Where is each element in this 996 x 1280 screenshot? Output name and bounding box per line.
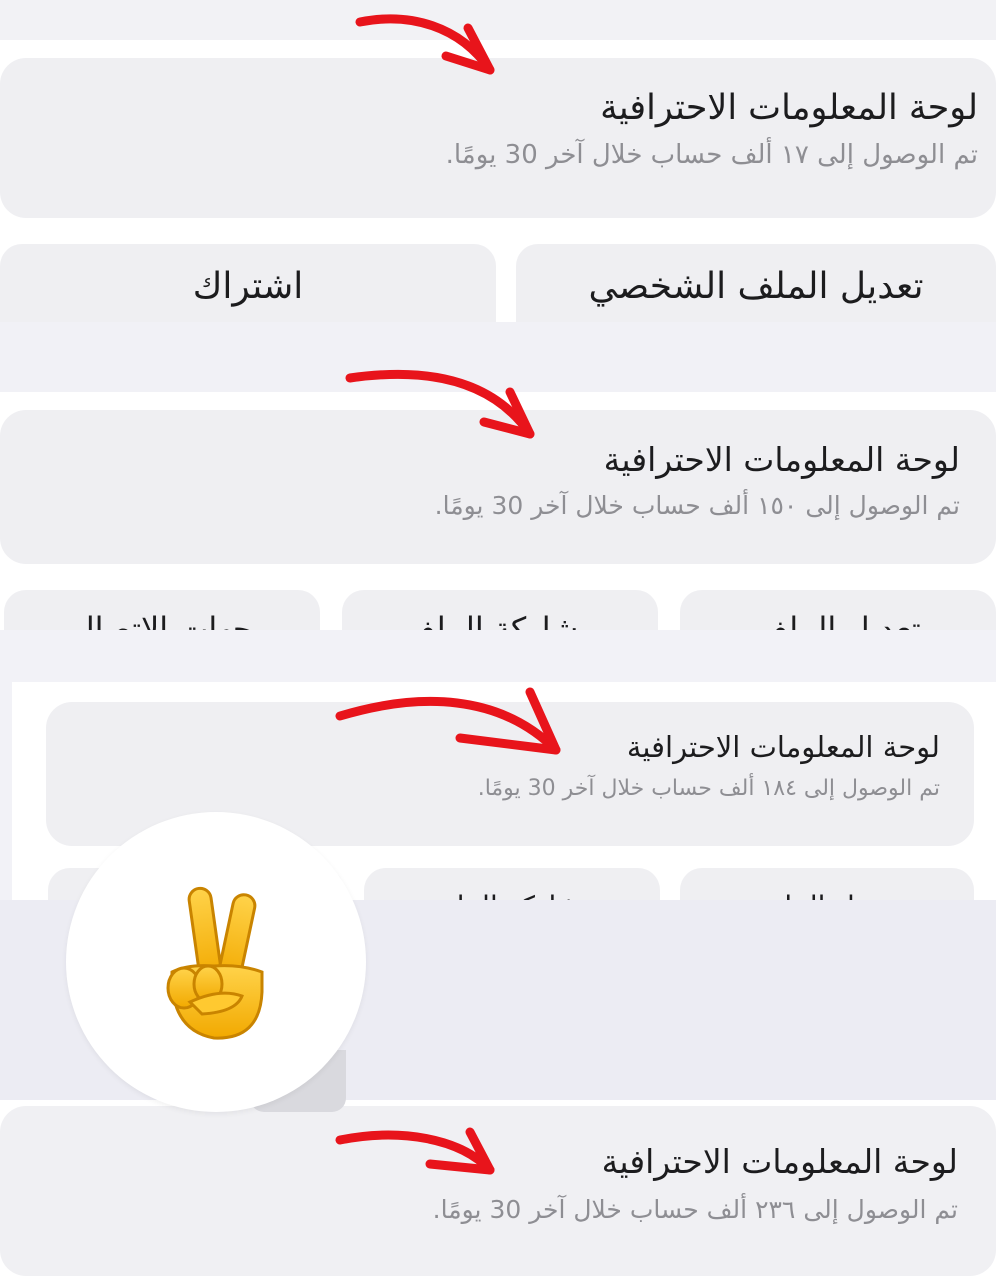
edit-profile-button[interactable]: تعديل الملف الشخصي <box>516 244 996 322</box>
card-subtitle: تم الوصول إلى ١٧ ألف حساب خلال آخر 30 يو… <box>445 140 978 170</box>
edit-profile-button[interactable]: تعديل الملف <box>680 868 974 900</box>
red-arrow-icon <box>335 1127 495 1175</box>
contacts-button[interactable]: جهات الاتصال <box>4 590 320 630</box>
red-arrow-icon <box>355 14 495 75</box>
red-arrow-icon <box>335 687 561 755</box>
card-subtitle: تم الوصول إلى ١٨٤ ألف حساب خلال آخر 30 ي… <box>477 776 940 801</box>
card-title: لوحة المعلومات الاحترافية <box>600 88 978 128</box>
subscribe-button[interactable]: اشتراك <box>0 244 496 322</box>
share-profile-button[interactable]: مشاركة الملف <box>364 868 660 900</box>
share-profile-button[interactable]: مشاركة الملف <box>342 590 658 630</box>
card-subtitle: تم الوصول إلى ١٥٠ ألف حساب خلال آخر 30 ي… <box>434 491 960 520</box>
edit-profile-button[interactable]: تعديل الملف <box>680 590 996 630</box>
red-arrow-icon <box>345 369 535 439</box>
victory-hand-icon <box>166 886 264 1040</box>
card-subtitle: تم الوصول إلى ٢٣٦ ألف حساب خلال آخر 30 ي… <box>432 1195 958 1224</box>
